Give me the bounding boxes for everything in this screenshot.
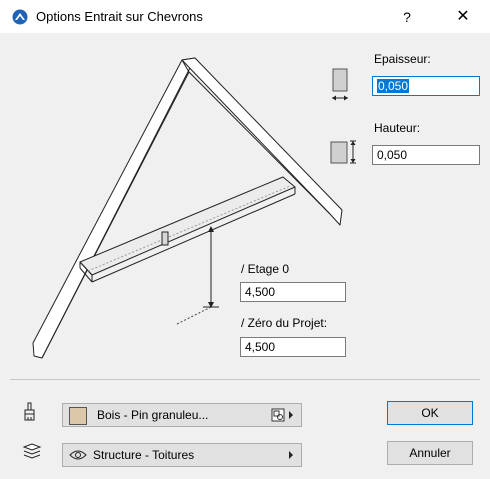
height-label: Hauteur:	[374, 121, 421, 135]
paintbrush-icon	[24, 402, 35, 421]
help-button[interactable]: ?	[395, 6, 419, 28]
story-elevation-field[interactable]: 4,500	[240, 282, 346, 302]
chevron-right-icon	[289, 451, 293, 459]
window-title: Options Entrait sur Chevrons	[36, 9, 203, 24]
material-picker[interactable]: Bois - Pin granuleu...	[62, 403, 302, 427]
thickness-value: 0,050	[377, 79, 410, 93]
thickness-label: Epaisseur:	[374, 52, 431, 66]
project-zero-label: / Zéro du Projet:	[241, 316, 328, 330]
archicad-icon	[12, 9, 28, 25]
story-elevation-label: / Etage 0	[241, 262, 290, 276]
left-rafter	[32, 57, 196, 359]
separator	[10, 379, 480, 380]
height-field[interactable]: 0,050	[372, 145, 480, 165]
close-button[interactable]: ✕	[451, 6, 475, 28]
beam-marker	[161, 231, 169, 246]
thickness-icon	[332, 68, 348, 101]
material-settings-icon	[271, 408, 285, 422]
eye-icon	[69, 450, 87, 460]
title-bar: Options Entrait sur Chevrons ? ✕	[0, 0, 490, 33]
layer-picker[interactable]: Structure - Toitures	[62, 443, 302, 467]
ok-button[interactable]: OK	[387, 401, 473, 425]
height-icon	[330, 140, 356, 164]
truss-preview	[32, 57, 343, 359]
layers-icon	[22, 443, 42, 459]
project-zero-field[interactable]: 4,500	[240, 337, 346, 357]
thickness-field[interactable]: 0,050	[372, 76, 480, 96]
material-swatch	[69, 407, 87, 425]
chevron-right-icon	[289, 411, 293, 419]
cancel-button[interactable]: Annuler	[387, 441, 473, 465]
material-label: Bois - Pin granuleu...	[97, 408, 209, 422]
layer-label: Structure - Toitures	[93, 448, 195, 462]
